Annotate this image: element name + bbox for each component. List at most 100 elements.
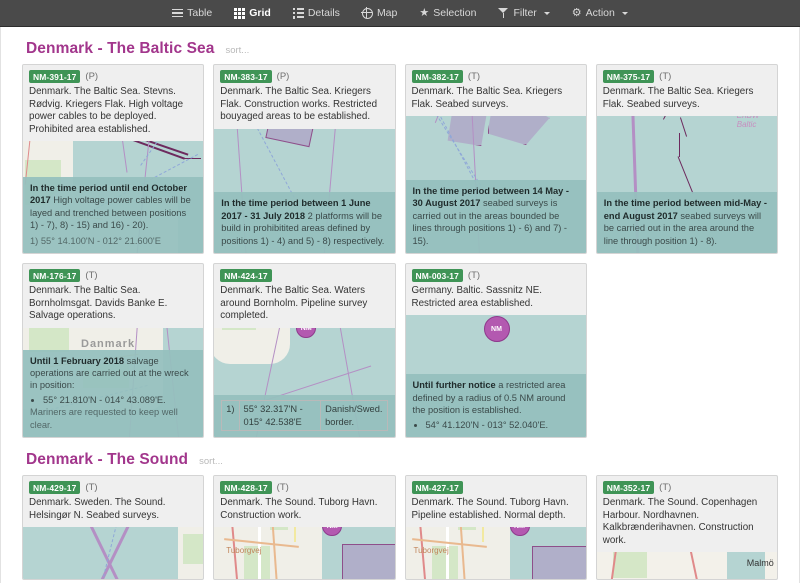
notice-id-badge: NM-352-17: [602, 481, 655, 495]
notice-type-label: (T): [467, 71, 481, 83]
card-footer: In the time period until end October 201…: [23, 176, 204, 253]
card-footer: 1) 55° 32.317'N - 015° 42.538'E Danish/S…: [214, 395, 395, 437]
toolbar-item-map[interactable]: Map: [351, 4, 408, 23]
notice-title: Denmark. The Baltic Sea. Kriegers Flak. …: [411, 86, 563, 110]
toolbar-label-grid: Grid: [249, 6, 271, 19]
notice-card[interactable]: NM-383-17 (P) Denmark. The Baltic Sea. K…: [213, 64, 396, 254]
card-footer: In the time period between mid-May - end…: [596, 192, 777, 253]
position-coordinates: 55° 32.317'N - 015° 42.538'E: [238, 400, 322, 431]
toolbar-label-table: Table: [187, 6, 213, 19]
notice-card[interactable]: Hellerup Tuborgvej NM NM-428-17 (T) Denm…: [213, 475, 396, 580]
notice-type-label: (P): [85, 71, 99, 83]
notice-type-label: (T): [276, 482, 289, 494]
notice-title: Denmark. The Baltic Sea. Stevns. Rødvig.…: [29, 86, 184, 135]
position-table: 1) 55° 32.317'N - 015° 42.538'E Danish/S…: [221, 400, 388, 431]
notice-title: Germany. Baltic. Sassnitz NE. Restricted…: [411, 285, 542, 309]
notice-card[interactable]: NM-391-17 (P) Denmark. The Baltic Sea. S…: [22, 64, 205, 254]
notice-type-label: (T): [467, 270, 481, 282]
table-row: 1) 55° 32.317'N - 015° 42.538'E Danish/S…: [221, 400, 388, 431]
card-header: NM-424-17 Denmark. The Baltic Sea. Water…: [214, 264, 395, 328]
section-title: Denmark - The Sound: [26, 451, 189, 468]
section-header-baltic-sea: Denmark - The Baltic Sea sort...: [22, 27, 778, 64]
position-index: 1): [221, 400, 240, 431]
star-icon: ★: [419, 6, 430, 19]
card-header: NM-429-17 (T) Denmark. Sweden. The Sound…: [23, 476, 204, 528]
section-sort-link[interactable]: sort...: [225, 45, 249, 56]
card-header: NM-383-17 (P) Denmark. The Baltic Sea. K…: [214, 65, 395, 129]
toolbar-item-grid[interactable]: Grid: [223, 4, 282, 23]
section-title: Denmark - The Baltic Sea: [26, 40, 215, 57]
card-header: NM-391-17 (P) Denmark. The Baltic Sea. S…: [23, 65, 204, 142]
notice-card[interactable]: Laröd NM-429-17 (T) Denmark. Sweden. The…: [22, 475, 205, 580]
notice-id-badge: NM-375-17: [602, 70, 655, 84]
notice-card[interactable]: Danmark NM-176-17 (T) Denmark. The Balti…: [22, 263, 205, 438]
toolbar-item-table[interactable]: Table: [161, 4, 223, 23]
table-icon: [172, 8, 184, 19]
grid-scroll-area[interactable]: Denmark - The Baltic Sea sort... NM-391-…: [0, 27, 800, 583]
grid-icon: [234, 7, 246, 19]
notice-type-label: (P): [276, 71, 290, 83]
notice-advice: Mariners are requested to keep well clea…: [30, 407, 178, 430]
globe-icon: [361, 7, 373, 19]
funnel-icon: [498, 8, 509, 19]
card-row: Danmark NM-176-17 (T) Denmark. The Balti…: [22, 263, 778, 438]
notice-id-badge: NM-003-17: [411, 269, 463, 283]
card-footer: Until 1 February 2018 salvage operations…: [23, 349, 204, 437]
toolbar-item-selection[interactable]: ★ Selection: [408, 4, 487, 23]
card-header: NM-428-17 (T) Denmark. The Sound. Tuborg…: [214, 476, 395, 528]
notice-card[interactable]: EnBW Baltic NM-375-17 (T) Denmark. The B…: [595, 64, 778, 254]
notice-title: Denmark. The Baltic Sea. Waters around B…: [220, 285, 368, 322]
card-row: Laröd NM-429-17 (T) Denmark. Sweden. The…: [22, 475, 778, 580]
notice-id-badge: NM-383-17: [220, 70, 272, 84]
toolbar-item-filter[interactable]: Filter: [487, 4, 560, 23]
gear-icon: ⚙: [571, 6, 582, 19]
toolbar-item-details[interactable]: Details: [282, 4, 351, 23]
toolbar-label-filter: Filter: [513, 6, 537, 19]
notice-position: 1) 55° 14.100'N - 012° 21.600'E: [30, 235, 161, 246]
card-header: NM-427-17 Denmark. The Sound. Tuborg Hav…: [405, 476, 586, 528]
notice-card[interactable]: NM-382-17 (T) Denmark. The Baltic Sea. K…: [404, 64, 587, 254]
details-icon: [293, 8, 304, 19]
notice-type-label: (T): [659, 482, 672, 494]
notice-card[interactable]: Region Hovedstaden København Malmö NM NM…: [595, 475, 778, 580]
toolbar-item-action[interactable]: ⚙ Action: [561, 4, 639, 23]
notice-id-badge: NM-427-17: [411, 481, 463, 495]
toolbar-label-selection: Selection: [433, 6, 477, 19]
notice-description: High voltage power cables will be layed …: [30, 195, 191, 231]
position-note: Danish/Swed. border.: [320, 400, 388, 431]
notice-title: Denmark. The Baltic Sea. Kriegers Flak. …: [602, 86, 754, 110]
chevron-down-icon: [621, 11, 628, 15]
card-header: NM-003-17 (T) Germany. Baltic. Sassnitz …: [405, 264, 586, 316]
card-footer: In the time period between 14 May - 30 A…: [405, 179, 586, 253]
chevron-down-icon: [543, 11, 550, 15]
main-toolbar: Table Grid Details Map ★ Selection Filte…: [0, 0, 800, 27]
card-footer: In the time period between 1 June 2017 -…: [214, 192, 395, 253]
notice-card[interactable]: NM NM-003-17 (T) Germany. Baltic. Sassni…: [404, 263, 587, 438]
notice-title: Denmark. The Sound. Tuborg Havn. Constru…: [220, 497, 378, 521]
notice-id-badge: NM-176-17: [29, 269, 81, 283]
notice-type-label: (T): [85, 482, 98, 494]
notice-id-badge: NM-382-17: [411, 70, 463, 84]
card-header: NM-382-17 (T) Denmark. The Baltic Sea. K…: [405, 65, 586, 117]
notice-position: 55° 21.810'N - 014° 43.089'E.: [43, 394, 196, 406]
notice-position: 54° 41.120'N - 013° 52.040'E.: [426, 419, 579, 431]
notice-period: Until further notice: [412, 380, 496, 391]
card-header: NM-176-17 (T) Denmark. The Baltic Sea. B…: [23, 264, 204, 328]
notice-type-label: (T): [85, 270, 98, 282]
toolbar-label-details: Details: [307, 6, 340, 19]
notice-period: Until 1 February 2018: [30, 355, 125, 366]
section-header-the-sound: Denmark - The Sound sort...: [22, 438, 778, 475]
section-sort-link[interactable]: sort...: [199, 456, 223, 467]
card-footer: Until further notice a restricted area d…: [405, 374, 586, 437]
card-header: NM-352-17 (T) Denmark. The Sound. Copenh…: [596, 476, 777, 553]
card-row: NM-391-17 (P) Denmark. The Baltic Sea. S…: [22, 64, 778, 254]
toolbar-label-map: Map: [376, 6, 398, 19]
notice-id-badge: NM-428-17: [220, 481, 272, 495]
notice-card[interactable]: NM NM-424-17 Denmark. The Baltic Sea. Wa…: [213, 263, 396, 438]
empty-grid-slot: [596, 263, 778, 438]
toolbar-label-action: Action: [585, 6, 615, 19]
notice-id-badge: NM-391-17: [29, 70, 81, 84]
notice-id-badge: NM-429-17: [29, 481, 81, 495]
notice-id-badge: NM-424-17: [220, 269, 272, 283]
notice-card[interactable]: Hellerup Tuborgvej NM NM-427-17 Denmark.…: [404, 475, 587, 580]
